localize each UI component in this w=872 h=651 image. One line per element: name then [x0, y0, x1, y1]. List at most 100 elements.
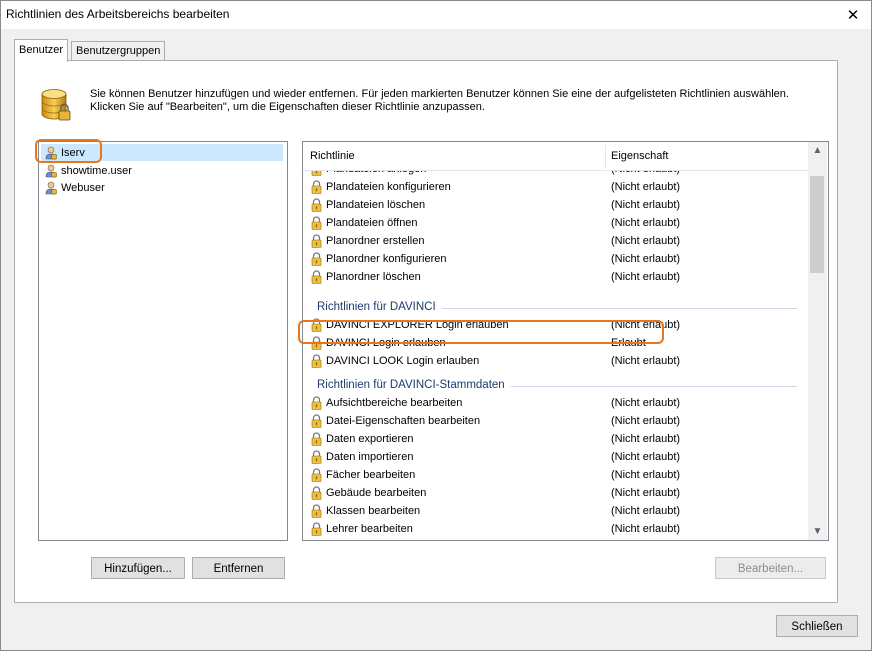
policy-name: Aufsichtbereiche bearbeiten: [326, 397, 463, 409]
policy-name: Daten exportieren: [326, 433, 414, 445]
lock-icon: [311, 504, 322, 518]
policy-row[interactable]: Plandateien öffnen (Nicht erlaubt): [303, 214, 808, 232]
policy-name: Klassen bearbeiten: [326, 505, 421, 517]
policy-row[interactable]: Lehrer-Soll bearbeiten(Nicht erlaubt): [303, 538, 808, 540]
scroll-down-icon[interactable]: ▼: [808, 523, 827, 540]
scroll-thumb[interactable]: [810, 176, 824, 273]
group-header-davinci: Richtlinien für DAVINCI: [317, 298, 797, 316]
policy-value: (Nicht erlaubt): [611, 523, 681, 535]
policy-name: Gebäude bearbeiten: [326, 487, 427, 499]
vertical-scrollbar[interactable]: ▲ ▼: [808, 142, 827, 540]
policy-name: Lehrer bearbeiten: [326, 523, 413, 535]
user-name: showtime.user: [61, 164, 132, 177]
policy-value: (Nicht erlaubt): [611, 469, 681, 481]
policy-row[interactable]: Fächer bearbeiten (Nicht erlaubt): [303, 466, 808, 484]
lock-icon: [311, 486, 322, 500]
user-item-iserv[interactable]: Iserv: [41, 144, 283, 161]
lock-icon: [311, 396, 322, 410]
policy-name: DAVINCI Login erlauben: [326, 337, 446, 349]
add-button[interactable]: Hinzufügen...: [91, 557, 185, 579]
policy-value: (Nicht erlaubt): [611, 433, 681, 445]
policy-row[interactable]: Datei-Eigenschaften bearbeiten (Nicht erl…: [303, 412, 808, 430]
group-header-davinci-stammdaten: Richtlinien für DAVINCI-Stammdaten: [317, 376, 797, 394]
policy-row[interactable]: Klassen bearbeiten (Nicht erlaubt): [303, 502, 808, 520]
user-item-showtime-user[interactable]: showtime.user: [41, 162, 283, 179]
policy-row[interactable]: Planordner konfigurieren (Nicht erlaubt): [303, 250, 808, 268]
policy-value: (Nicht erlaubt): [611, 271, 681, 283]
policy-name: DAVINCI LOOK Login erlauben: [326, 355, 480, 367]
policy-row[interactable]: Aufsichtbereiche bearbeiten (Nicht erlaub…: [303, 394, 808, 412]
policy-value: (Nicht erlaubt): [611, 181, 681, 193]
policy-row[interactable]: Daten exportieren (Nicht erlaubt): [303, 430, 808, 448]
policy-value: (Nicht erlaubt): [611, 505, 681, 517]
policy-row[interactable]: Plandateien löschen (Nicht erlaubt): [303, 196, 808, 214]
policy-name: Datei-Eigenschaften bearbeiten: [326, 415, 481, 427]
policy-name: Plandateien öffnen: [326, 217, 418, 229]
policy-value: Erlaubt: [611, 337, 646, 349]
policy-name: Plandateien löschen: [326, 199, 426, 211]
lock-icon: [311, 354, 322, 368]
policy-name: Daten importieren: [326, 451, 414, 463]
policy-value: (Nicht erlaubt): [611, 487, 681, 499]
policy-value: (Nicht erlaubt): [611, 397, 681, 409]
group-label: Richtlinien für DAVINCI-Stammdaten: [317, 379, 511, 391]
policy-row[interactable]: Planordner löschen (Nicht erlaubt): [303, 268, 808, 286]
policy-name: Planordner erstellen: [326, 235, 425, 247]
policy-name: DAVINCI EXPLORER Login erlauben: [326, 319, 509, 331]
lock-icon: [311, 468, 322, 482]
policy-row[interactable]: DAVINCI EXPLORER Login erlauben (Nicht er…: [303, 316, 808, 334]
user-icon: [45, 181, 57, 194]
user-name: Webuser: [61, 181, 105, 194]
column-header-richtlinie[interactable]: Richtlinie: [310, 150, 355, 162]
policy-value: (Nicht erlaubt): [611, 253, 681, 265]
remove-button[interactable]: Entfernen: [192, 557, 285, 579]
policy-value: (Nicht erlaubt): [611, 319, 681, 331]
policy-row[interactable]: Plandateien anlegen (Nicht erlaubt): [303, 171, 808, 178]
column-header-eigenschaft[interactable]: Eigenschaft: [611, 150, 668, 162]
close-icon[interactable]: ✕: [835, 1, 871, 29]
edit-button[interactable]: Bearbeiten...: [715, 557, 826, 579]
lock-icon: [311, 171, 322, 176]
policy-name: Plandateien anlegen: [326, 171, 426, 175]
policy-row[interactable]: Daten importieren (Nicht erlaubt): [303, 448, 808, 466]
policy-name: Planordner konfigurieren: [326, 253, 447, 265]
lock-icon: [311, 414, 322, 428]
policy-row[interactable]: Gebäude bearbeiten (Nicht erlaubt): [303, 484, 808, 502]
lock-icon: [311, 336, 322, 350]
lock-icon: [311, 522, 322, 536]
policy-value: (Nicht erlaubt): [611, 451, 681, 463]
close-button[interactable]: Schließen: [776, 615, 858, 637]
policy-rows: Plandateien anlegen(Nicht erlaubt)Planda…: [303, 171, 808, 540]
title-bar: Richtlinien des Arbeitsbereichs bearbeit…: [1, 1, 871, 29]
description-text: Sie können Benutzer hinzufügen und wiede…: [90, 88, 789, 113]
tab-benutzergruppen[interactable]: Benutzergruppen: [71, 41, 166, 60]
user-icon: [45, 164, 57, 177]
lock-icon: [311, 318, 322, 332]
lock-icon: [311, 198, 322, 212]
policy-row[interactable]: Lehrer bearbeiten (Nicht erlaubt): [303, 520, 808, 538]
user-name: Iserv: [61, 146, 85, 159]
user-icon: [45, 146, 57, 159]
policy-row-davinci-login[interactable]: DAVINCI Login erlauben Erlaubt: [303, 334, 808, 352]
column-separator[interactable]: [605, 145, 606, 169]
scroll-up-icon[interactable]: ▲: [808, 142, 827, 159]
policy-row[interactable]: DAVINCI LOOK Login erlauben (Nicht erlaub…: [303, 352, 808, 370]
lock-icon: [311, 270, 322, 284]
tab-panel-benutzer: Sie können Benutzer hinzufügen und wiede…: [14, 60, 838, 603]
database-lock-icon: [41, 89, 71, 121]
policy-name: Fächer bearbeiten: [326, 469, 416, 481]
window-title: Richtlinien des Arbeitsbereichs bearbeit…: [6, 7, 230, 21]
lock-icon: [311, 216, 322, 230]
policy-row[interactable]: Planordner erstellen (Nicht erlaubt): [303, 232, 808, 250]
policy-name: Planordner löschen: [326, 271, 421, 283]
lock-icon: [311, 252, 322, 266]
policy-value: (Nicht erlaubt): [611, 217, 681, 229]
user-list[interactable]: Iserv showtime.user Webuser: [38, 141, 288, 541]
lock-icon: [311, 234, 322, 248]
dialog-window: Richtlinien des Arbeitsbereichs bearbeit…: [0, 0, 872, 651]
policy-value: (Nicht erlaubt): [611, 199, 681, 211]
tab-benutzer[interactable]: Benutzer: [14, 39, 69, 62]
user-item-webuser[interactable]: Webuser: [41, 179, 283, 196]
policy-value: (Nicht erlaubt): [611, 355, 681, 367]
policy-row[interactable]: Plandateien konfigurieren (Nicht erlaubt): [303, 178, 808, 196]
